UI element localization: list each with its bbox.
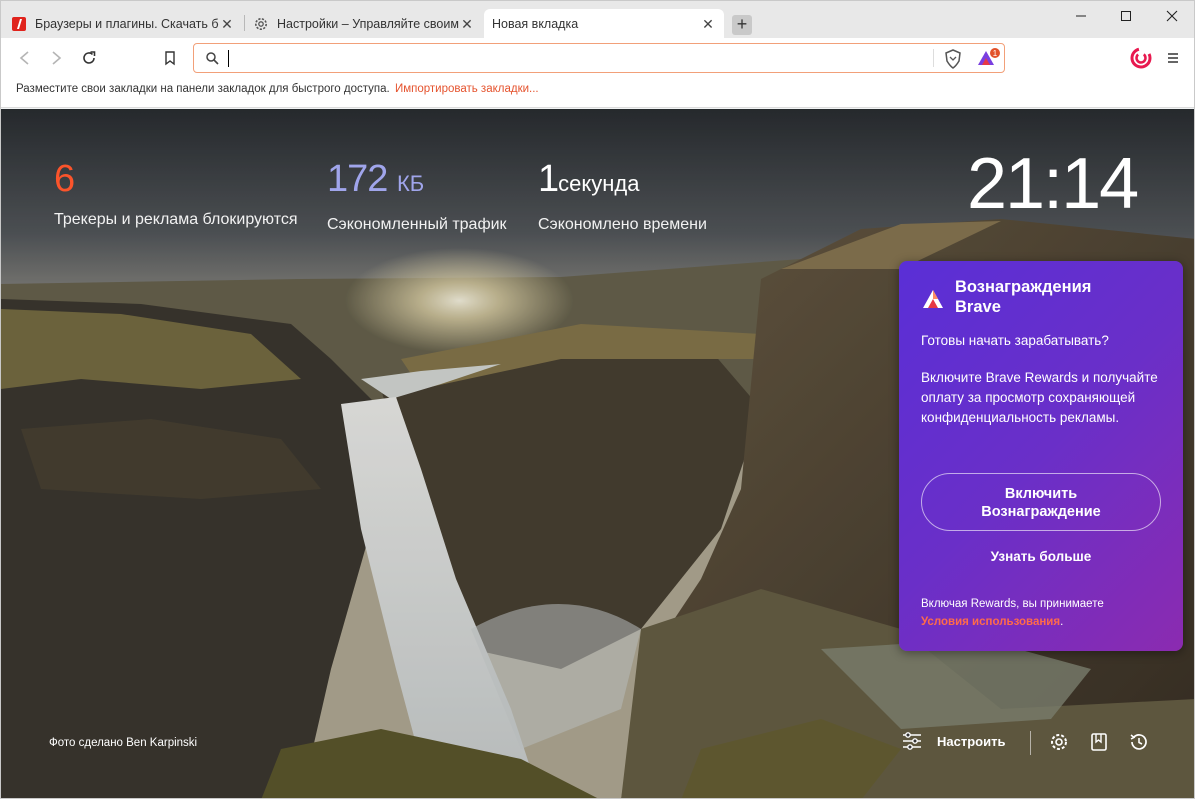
gear-icon: [253, 16, 269, 32]
rewards-header: Вознаграждения Brave: [921, 277, 1091, 317]
customize-button[interactable]: Настроить: [901, 731, 1005, 751]
import-bookmarks-link[interactable]: Импортировать закладки...: [395, 83, 539, 95]
hamburger-menu-icon: [1168, 53, 1178, 63]
new-tab-button[interactable]: +: [732, 15, 752, 35]
settings-gear-icon[interactable]: [1048, 731, 1070, 753]
rewards-question: Готовы начать зарабатывать?: [921, 333, 1109, 348]
close-tab-icon[interactable]: ✕: [700, 16, 716, 32]
bookmarks-hint: Разместите свои закладки на панели закла…: [16, 83, 390, 95]
rewards-widget: Вознаграждения Brave Готовы начать зараб…: [899, 261, 1183, 651]
enable-rewards-button[interactable]: Включить Вознаграждение: [921, 473, 1161, 531]
bat-logo-icon: [923, 290, 943, 308]
rewards-title: Вознаграждения Brave: [955, 278, 1092, 316]
address-divider: [933, 49, 934, 67]
toolbar: 1: [1, 38, 1194, 78]
bookmarks-bar: Разместите свои закладки на панели закла…: [1, 78, 1194, 108]
text-cursor: [228, 50, 229, 67]
new-tab-page: 6 Трекеры и реклама блокируются 172 КБ С…: [1, 109, 1194, 798]
learn-more-link[interactable]: Узнать больше: [899, 549, 1183, 564]
back-button[interactable]: [13, 46, 37, 70]
rewards-terms: Включая Rewards, вы принимаете Условия и…: [921, 598, 1104, 628]
reload-button[interactable]: [77, 46, 101, 70]
footer-divider: [1030, 731, 1031, 755]
stat-trackers: 6 Трекеры и реклама блокируются: [54, 159, 298, 229]
tab-strip: Браузеры и плагины. Скачать бе ✕ Настрой…: [1, 1, 1194, 38]
maximize-icon: [1121, 11, 1131, 21]
tab-new-tab[interactable]: Новая вкладка ✕: [484, 9, 724, 38]
swirl-logo-icon: [1130, 47, 1152, 69]
minimize-button[interactable]: [1058, 1, 1104, 31]
forward-arrow-icon: [52, 51, 62, 65]
browser-window: Браузеры и плагины. Скачать бе ✕ Настрой…: [0, 0, 1195, 799]
close-window-button[interactable]: [1149, 1, 1194, 31]
maximize-button[interactable]: [1103, 1, 1149, 31]
customize-label: Настроить: [937, 733, 1006, 749]
terms-of-use-link[interactable]: Условия использования: [921, 616, 1060, 628]
stat-bandwidth: 172 КБ Сэкономленный трафик: [327, 159, 507, 234]
bookmark-icon: [165, 51, 175, 66]
bandwidth-value: 172: [327, 158, 388, 200]
clock: 21:14: [967, 144, 1139, 224]
tab-browsers[interactable]: Браузеры и плагины. Скачать бе ✕: [3, 9, 243, 38]
tab-title: Новая вкладка: [492, 16, 579, 31]
minimize-icon: [1076, 15, 1086, 17]
trackers-label: Трекеры и реклама блокируются: [54, 211, 298, 228]
address-bar[interactable]: 1: [193, 43, 1005, 73]
tab-title: Браузеры и плагины. Скачать бе: [35, 16, 219, 31]
time-unit: секунда: [558, 171, 640, 196]
sliders-icon: [903, 732, 921, 750]
bandwidth-unit: КБ: [396, 171, 425, 196]
reload-icon: [83, 51, 96, 64]
rewards-description: Включите Brave Rewards и получайте оплат…: [921, 370, 1158, 425]
menu-button[interactable]: [1161, 46, 1185, 70]
brave-shields-icon[interactable]: [944, 49, 962, 69]
tab-title: Настройки – Управляйте своими: [277, 16, 459, 31]
time-value: 1: [538, 158, 559, 200]
tab-settings[interactable]: Настройки – Управляйте своими ✕: [245, 9, 483, 38]
bandwidth-label: Сэкономленный трафик: [327, 216, 507, 233]
trackers-count: 6: [54, 158, 75, 200]
bookmark-button[interactable]: [158, 46, 182, 70]
history-icon[interactable]: [1128, 731, 1150, 753]
photo-credit: Фото сделано Ben Karpinski: [49, 737, 198, 749]
rewards-bat-icon[interactable]: 1: [976, 47, 1002, 69]
bookmarks-icon[interactable]: [1088, 731, 1110, 753]
brave-vpn-swirl-button[interactable]: [1129, 46, 1153, 70]
time-label: Сэкономлено времени: [538, 216, 707, 233]
forward-button[interactable]: [44, 46, 68, 70]
close-icon: [1166, 10, 1178, 22]
address-input[interactable]: [230, 48, 920, 68]
close-tab-icon[interactable]: ✕: [219, 16, 235, 32]
site-favicon-icon: [11, 16, 27, 32]
back-arrow-icon: [19, 51, 29, 65]
search-icon: [206, 52, 219, 65]
stat-time: 1секунда Сэкономлено времени: [538, 159, 707, 234]
close-tab-icon[interactable]: ✕: [459, 16, 475, 32]
rewards-badge-count: 1: [993, 49, 998, 58]
